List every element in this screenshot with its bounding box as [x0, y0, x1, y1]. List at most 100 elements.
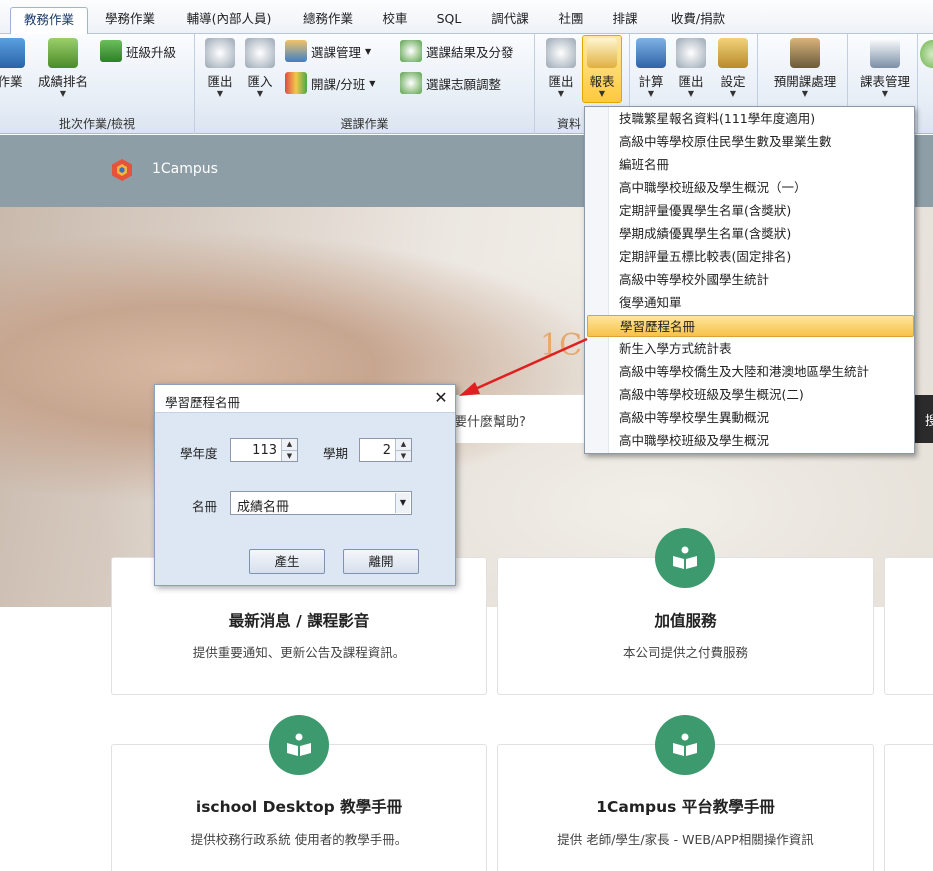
chevron-down-icon: ▼: [365, 46, 372, 56]
roster-select[interactable]: 成績名冊 ▼: [230, 491, 412, 515]
book-icon: [655, 715, 715, 775]
database-export-icon: [676, 38, 706, 68]
calc-export-label: 匯出: [678, 74, 704, 89]
generate-button[interactable]: 產生: [249, 549, 325, 574]
leave-button[interactable]: 離開: [343, 549, 419, 574]
tab-substitute[interactable]: 調代課: [480, 7, 540, 34]
card-title: 最新消息 / 課程影音: [228, 612, 370, 630]
menu-item-selected[interactable]: 學習歷程名冊: [587, 315, 914, 337]
menu-item[interactable]: 高級中等學校僑生及大陸和港澳地區學生統計: [587, 361, 914, 383]
card-title: 加值服務: [654, 612, 717, 630]
site-logo-text[interactable]: 1Campus: [152, 161, 218, 177]
year-spin-buttons[interactable]: ▲ ▼: [281, 439, 297, 461]
open-class-button[interactable]: 開課/分班 ▼: [285, 72, 375, 94]
menu-item[interactable]: 高級中等學校班級及學生概況(二): [587, 384, 914, 406]
chevron-down-icon[interactable]: ▼: [282, 450, 297, 461]
compute-button[interactable]: 計算 ▼: [636, 38, 666, 98]
card-title: 1Campus 平台教學手冊: [596, 798, 775, 816]
chevron-down-icon: ▼: [598, 89, 606, 98]
settings-button[interactable]: 設定 ▼: [718, 38, 748, 98]
menu-item[interactable]: 高中職學校班級及學生概況: [587, 430, 914, 452]
chevron-down-icon: ▼: [216, 89, 224, 98]
course-import-button[interactable]: 匯入 ▼: [245, 38, 275, 98]
database-export-icon: [546, 38, 576, 68]
tab-clubs[interactable]: 社團: [548, 7, 594, 34]
year-stepper[interactable]: 113 ▲ ▼: [230, 438, 298, 462]
tab-sql[interactable]: SQL: [426, 7, 472, 34]
year-value: 113: [252, 443, 277, 458]
schedule-label: 課表管理: [859, 74, 910, 89]
tab-student-affairs[interactable]: 學務作業: [94, 7, 166, 34]
dialog-titlebar: 學習歷程名冊 ✕: [155, 385, 455, 413]
course-management-label: 選課管理: [311, 44, 362, 60]
learning-portfolio-dialog: 學習歷程名冊 ✕ 學年度 113 ▲ ▼ 學期 2 ▲ ▼ 名冊 成績名冊 ▼ 產生…: [154, 384, 456, 586]
calculator-icon: [636, 38, 666, 68]
chevron-down-icon: ▼: [59, 89, 67, 98]
wish-adjust-button[interactable]: 選課志願調整: [400, 72, 501, 94]
tab-general-affairs[interactable]: 總務作業: [292, 7, 364, 34]
roster-value: 成績名冊: [237, 500, 290, 515]
menu-item[interactable]: 高級中等學校外國學生統計: [587, 269, 914, 291]
menu-item[interactable]: 學期成績優異學生名單(含獎狀): [587, 223, 914, 245]
schedule-button[interactable]: 課表管理 ▼: [856, 38, 914, 98]
ribbon-tab-bar: 教務作業 學務作業 輔導(內部人員) 總務作業 校車 SQL 調代課 社團 排課…: [0, 0, 933, 35]
menu-item[interactable]: 高中職學校班級及學生概況（一）: [587, 177, 914, 199]
menu-item[interactable]: 高級中等學校學生異動概況: [587, 407, 914, 429]
menu-item[interactable]: 高級中等學校原住民學生數及畢業生數: [587, 131, 914, 153]
course-export-label: 匯出: [207, 74, 233, 89]
open-class-label: 開課/分班: [311, 76, 366, 92]
calc-export-button[interactable]: 匯出 ▼: [676, 38, 706, 98]
chevron-down-icon[interactable]: ▼: [396, 450, 411, 461]
menu-item[interactable]: 技職繁星報名資料(111學年度適用): [587, 108, 914, 130]
chevron-down-icon: ▼: [647, 89, 655, 98]
close-icon[interactable]: ✕: [431, 388, 451, 408]
tab-scheduling[interactable]: 排課: [602, 7, 648, 34]
settings-icon: [718, 38, 748, 68]
roster-label: 名冊: [192, 499, 218, 514]
search-button[interactable]: 搜: [913, 395, 933, 443]
menu-item[interactable]: 復學通知單: [587, 292, 914, 314]
semester-stepper[interactable]: 2 ▲ ▼: [359, 438, 412, 462]
course-result-label: 選課結果及分發: [426, 44, 514, 60]
course-export-button[interactable]: 匯出 ▼: [205, 38, 235, 98]
schedule-icon: [870, 38, 900, 68]
data-export-button[interactable]: 匯出 ▼: [545, 38, 577, 98]
class-promote-button[interactable]: 班級升級: [100, 40, 176, 62]
year-label: 學年度: [180, 446, 218, 461]
card-partial[interactable]: [884, 744, 933, 871]
chevron-down-icon[interactable]: ▼: [395, 493, 410, 513]
settings-label: 設定: [720, 74, 746, 89]
report-label: 報表: [589, 74, 615, 89]
menu-item[interactable]: 定期評量五標比較表(固定排名): [587, 246, 914, 268]
report-button[interactable]: 報表 ▼: [582, 35, 622, 103]
batch-partial-button[interactable]: 作業: [0, 38, 26, 90]
annotation-arrow-icon: [459, 337, 588, 396]
menu-item[interactable]: 新生入學方式統計表: [587, 338, 914, 360]
chevron-down-icon: ▼: [729, 89, 737, 98]
preopen-button[interactable]: 預開課處理 ▼: [770, 38, 840, 98]
database-export-icon: [205, 38, 235, 68]
tab-counseling[interactable]: 輔導(內部人員): [176, 7, 282, 34]
tab-academic[interactable]: 教務作業: [10, 7, 88, 35]
database-import-icon: [245, 38, 275, 68]
chevron-up-icon[interactable]: ▲: [282, 439, 297, 450]
wish-adjust-label: 選課志願調整: [426, 76, 502, 92]
chevron-down-icon: ▼: [687, 89, 695, 98]
globe-icon[interactable]: [920, 40, 933, 68]
tab-fees[interactable]: 收費/捐款: [658, 7, 738, 34]
rank-button[interactable]: 成績排名 ▼: [36, 38, 90, 98]
chevron-down-icon: ▼: [881, 89, 889, 98]
tab-school-bus[interactable]: 校車: [372, 7, 418, 34]
report-icon: [587, 38, 617, 68]
course-management-button[interactable]: 選課管理 ▼: [285, 40, 371, 62]
class-icon: [100, 40, 122, 62]
card-partial[interactable]: [884, 557, 933, 695]
team-icon: [790, 38, 820, 68]
menu-item[interactable]: 編班名冊: [587, 154, 914, 176]
book-icon: [269, 715, 329, 775]
menu-item[interactable]: 定期評量優異學生名單(含獎狀): [587, 200, 914, 222]
chevron-up-icon[interactable]: ▲: [396, 439, 411, 450]
semester-spin-buttons[interactable]: ▲ ▼: [395, 439, 411, 461]
course-result-button[interactable]: 選課結果及分發: [400, 40, 514, 62]
screen: 教務作業 學務作業 輔導(內部人員) 總務作業 校車 SQL 調代課 社團 排課…: [0, 0, 933, 871]
